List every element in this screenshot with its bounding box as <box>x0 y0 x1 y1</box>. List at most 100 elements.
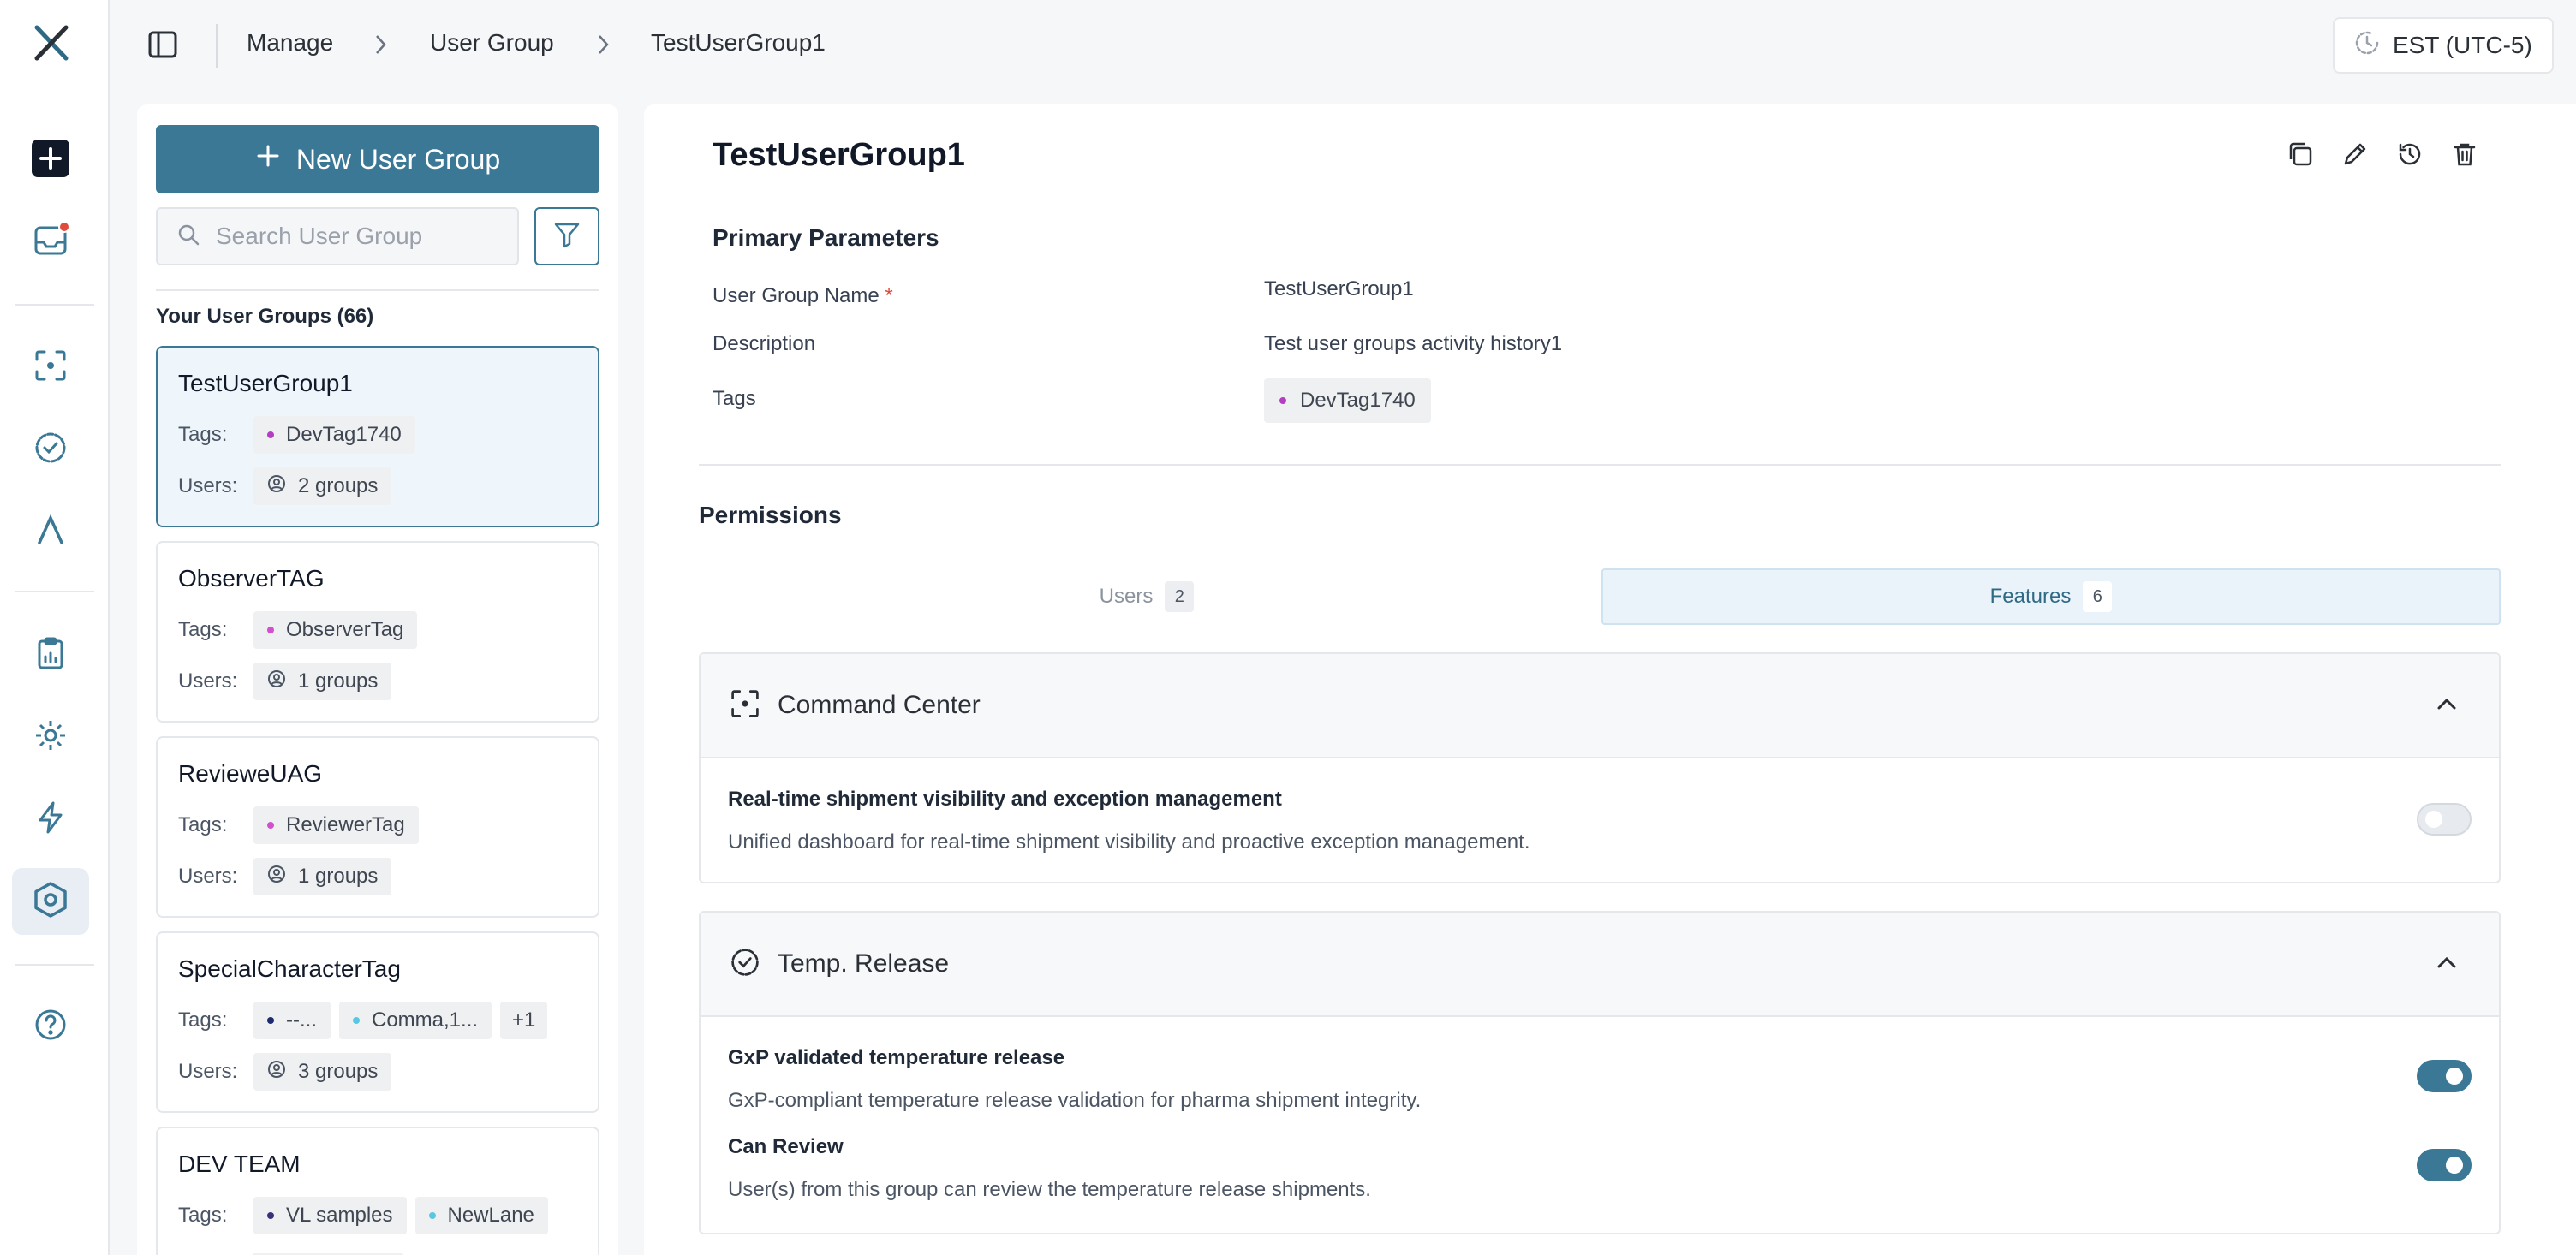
user-group-card[interactable]: SpecialCharacterTag Tags: --... Comma,1.… <box>156 931 599 1113</box>
tag-chip: VL samples <box>253 1197 407 1234</box>
feature-description: User(s) from this group can review the t… <box>728 1178 1371 1201</box>
new-user-group-button[interactable]: New User Group <box>156 125 599 193</box>
users-count: 1 groups <box>298 865 379 888</box>
app-logo[interactable]: X <box>33 24 70 62</box>
tag-label: DevTag1740 <box>1300 389 1416 412</box>
edit-icon[interactable] <box>2340 139 2370 170</box>
user-group-card[interactable]: ObserverTAG Tags: ObserverTag Users: 1 g… <box>156 541 599 723</box>
more-tags-chip[interactable]: +1 <box>500 1002 548 1039</box>
settings-button[interactable] <box>12 704 89 770</box>
card-tags-row: Tags: ObserverTag <box>178 611 418 649</box>
users-chip: 2 groups <box>253 467 392 505</box>
users-label: Users: <box>178 1060 238 1083</box>
tag-chip: --... <box>253 1002 331 1039</box>
clipboard-chart-icon <box>33 636 68 675</box>
user-group-card[interactable]: TestUserGroup1 Tags: DevTag1740 Users: 2… <box>156 346 599 527</box>
tag-label: --... <box>286 1008 317 1032</box>
tag-label: VL samples <box>286 1204 393 1227</box>
automation-button[interactable] <box>12 786 89 853</box>
chevron-up-icon[interactable] <box>2434 692 2460 722</box>
timezone-button[interactable]: EST (UTC-5) <box>2333 17 2554 74</box>
tab-label: Users <box>1099 585 1154 608</box>
section-header[interactable]: Temp. Release <box>701 913 2499 1017</box>
toggle-knob <box>2425 811 2442 828</box>
breadcrumb-user-group[interactable]: User Group <box>430 29 554 57</box>
user-group-name-label-text: User Group Name <box>713 284 880 307</box>
user-group-card[interactable]: DEV TEAM Tags: VL samples NewLane <box>156 1127 599 1255</box>
check-circle-icon <box>730 947 760 982</box>
feature-row: GxP validated temperature release GxP-co… <box>701 1017 2499 1112</box>
temp-release-button[interactable] <box>12 416 89 483</box>
scan-icon <box>730 688 760 723</box>
filter-icon <box>552 220 581 253</box>
card-users-row: Users: 3 groups <box>178 1053 392 1091</box>
rail-divider <box>15 964 94 966</box>
user-group-detail: TestUserGroup1 Primary Parameters User G… <box>644 104 2576 1255</box>
help-button[interactable] <box>12 993 89 1060</box>
count-badge: 6 <box>2083 581 2113 612</box>
users-chip: 1 groups <box>253 858 392 895</box>
feature-toggle[interactable] <box>2417 803 2472 836</box>
tag-dot <box>1279 397 1286 404</box>
description-value: Test user groups activity history1 <box>1264 332 1563 355</box>
chevron-up-icon[interactable] <box>2434 950 2460 980</box>
create-button[interactable] <box>12 127 89 193</box>
tag-label: ObserverTag <box>286 618 404 641</box>
tag-label: NewLane <box>447 1204 534 1227</box>
card-users-row: Users: 1 groups <box>178 663 392 700</box>
breadcrumb-manage[interactable]: Manage <box>247 29 333 57</box>
help-icon <box>33 1008 68 1046</box>
tags-label: Tags: <box>178 618 228 641</box>
tab-label: Features <box>1989 585 2072 608</box>
check-circle-icon <box>33 431 68 469</box>
users-label: Users: <box>178 865 238 888</box>
trash-icon[interactable] <box>2449 139 2480 170</box>
filter-button[interactable] <box>534 207 599 265</box>
tag-chip: NewLane <box>414 1197 548 1234</box>
users-chip: 3 groups <box>253 1053 392 1091</box>
user-group-card[interactable]: RevieweUAG Tags: ReviewerTag Users: 1 gr… <box>156 736 599 918</box>
users-label: Users: <box>178 474 238 497</box>
permissions-heading: Permissions <box>699 502 842 528</box>
new-user-group-label: New User Group <box>295 143 501 175</box>
toggle-knob <box>2446 1068 2463 1085</box>
lambda-button[interactable] <box>12 498 89 565</box>
gear-icon <box>33 718 68 757</box>
tag-dot <box>267 1017 274 1024</box>
section-header[interactable]: Command Center <box>701 654 2499 758</box>
tags-label: Tags <box>713 387 756 410</box>
plus-icon <box>255 143 281 175</box>
tags-label: Tags: <box>178 423 228 446</box>
hexagon-settings-icon <box>32 881 69 923</box>
tag-chip: ReviewerTag <box>253 806 419 844</box>
card-users-row: Users: 1 groups <box>178 858 392 895</box>
search-input[interactable] <box>216 223 507 250</box>
users-count: 1 groups <box>298 669 379 693</box>
sidebar-toggle-icon[interactable] <box>147 29 178 64</box>
users-chip: 1 groups <box>253 663 392 700</box>
tab-features[interactable]: Features 6 <box>1601 568 2501 625</box>
copy-icon[interactable] <box>2285 139 2316 170</box>
lambda-icon <box>33 513 68 551</box>
card-title: TestUserGroup1 <box>178 370 353 396</box>
count-badge: 2 <box>1165 581 1195 612</box>
section-title: Temp. Release <box>778 949 950 978</box>
inbox-button[interactable] <box>12 209 89 276</box>
top-bar: Manage User Group TestUserGroup1 EST (UT… <box>110 0 2576 92</box>
tag-label: ReviewerTag <box>286 813 405 836</box>
reports-button[interactable] <box>12 622 89 688</box>
manage-button[interactable] <box>12 868 89 935</box>
tab-users[interactable]: Users 2 <box>699 568 1595 625</box>
search-icon <box>176 223 200 251</box>
tag-dot <box>353 1017 360 1024</box>
feature-toggle[interactable] <box>2417 1060 2472 1092</box>
list-divider <box>156 289 599 291</box>
feature-title: Real-time shipment visibility and except… <box>728 788 1282 811</box>
plus-square-icon <box>31 139 70 182</box>
tag-chip: DevTag1740 <box>1264 378 1431 423</box>
history-icon[interactable] <box>2394 139 2425 170</box>
user-group-name-value: TestUserGroup1 <box>1264 277 1414 300</box>
feature-toggle[interactable] <box>2417 1149 2472 1181</box>
feature-section-command-center: Command Center Real-time shipment visibi… <box>699 652 2501 883</box>
command-center-button[interactable] <box>12 334 89 401</box>
